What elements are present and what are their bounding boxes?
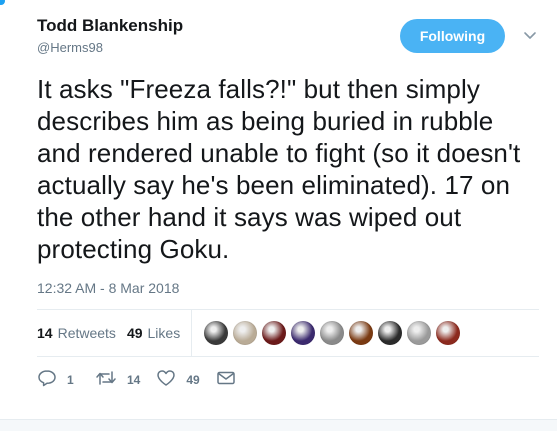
retweets-count: 14 [37, 325, 53, 341]
tweet-stats: 14 Retweets 49 Likes [37, 310, 539, 356]
liker-avatar[interactable] [349, 321, 374, 345]
heart-icon [156, 369, 176, 392]
following-button[interactable]: Following [400, 19, 505, 53]
liker-avatar[interactable] [320, 321, 345, 345]
divider [37, 356, 539, 357]
liker-avatar[interactable] [378, 321, 403, 345]
retweets-label: Retweets [57, 325, 116, 341]
envelope-icon [216, 369, 236, 392]
like-count: 49 [186, 373, 200, 387]
liker-avatar[interactable] [262, 321, 287, 345]
author-name[interactable]: Todd Blankenship [37, 16, 183, 36]
author-handle[interactable]: @Herms98 [37, 40, 103, 55]
direct-message-button[interactable] [216, 369, 236, 392]
liker-avatar[interactable] [436, 321, 461, 345]
chevron-down-icon[interactable] [522, 28, 538, 44]
like-button[interactable]: 49 [156, 369, 200, 392]
liker-avatar[interactable] [204, 321, 229, 345]
liker-avatar[interactable] [407, 321, 432, 345]
retweets-stat[interactable]: 14 Retweets [37, 325, 116, 341]
retweet-count: 14 [127, 373, 141, 387]
liker-avatar[interactable] [233, 321, 258, 345]
stats-separator [191, 310, 193, 356]
likes-label: Likes [147, 325, 181, 341]
tweet-timestamp[interactable]: 12:32 AM - 8 Mar 2018 [37, 280, 179, 296]
likes-stat[interactable]: 49 Likes [127, 325, 180, 341]
tweet-text: It asks "Freeza falls?!" but then simply… [37, 74, 521, 264]
liker-avatar[interactable] [291, 321, 316, 345]
tweet-actions: 1 14 49 [37, 366, 252, 394]
reply-button[interactable]: 1 [37, 369, 79, 392]
retweet-icon [95, 369, 117, 392]
bottom-band [0, 419, 557, 431]
retweet-button[interactable]: 14 [95, 369, 140, 392]
reply-count: 1 [67, 373, 74, 387]
tweet-card: Todd Blankenship @Herms98 Following It a… [0, 0, 557, 430]
liker-avatars [204, 321, 465, 345]
reply-icon [37, 369, 57, 392]
likes-count: 49 [126, 325, 143, 341]
